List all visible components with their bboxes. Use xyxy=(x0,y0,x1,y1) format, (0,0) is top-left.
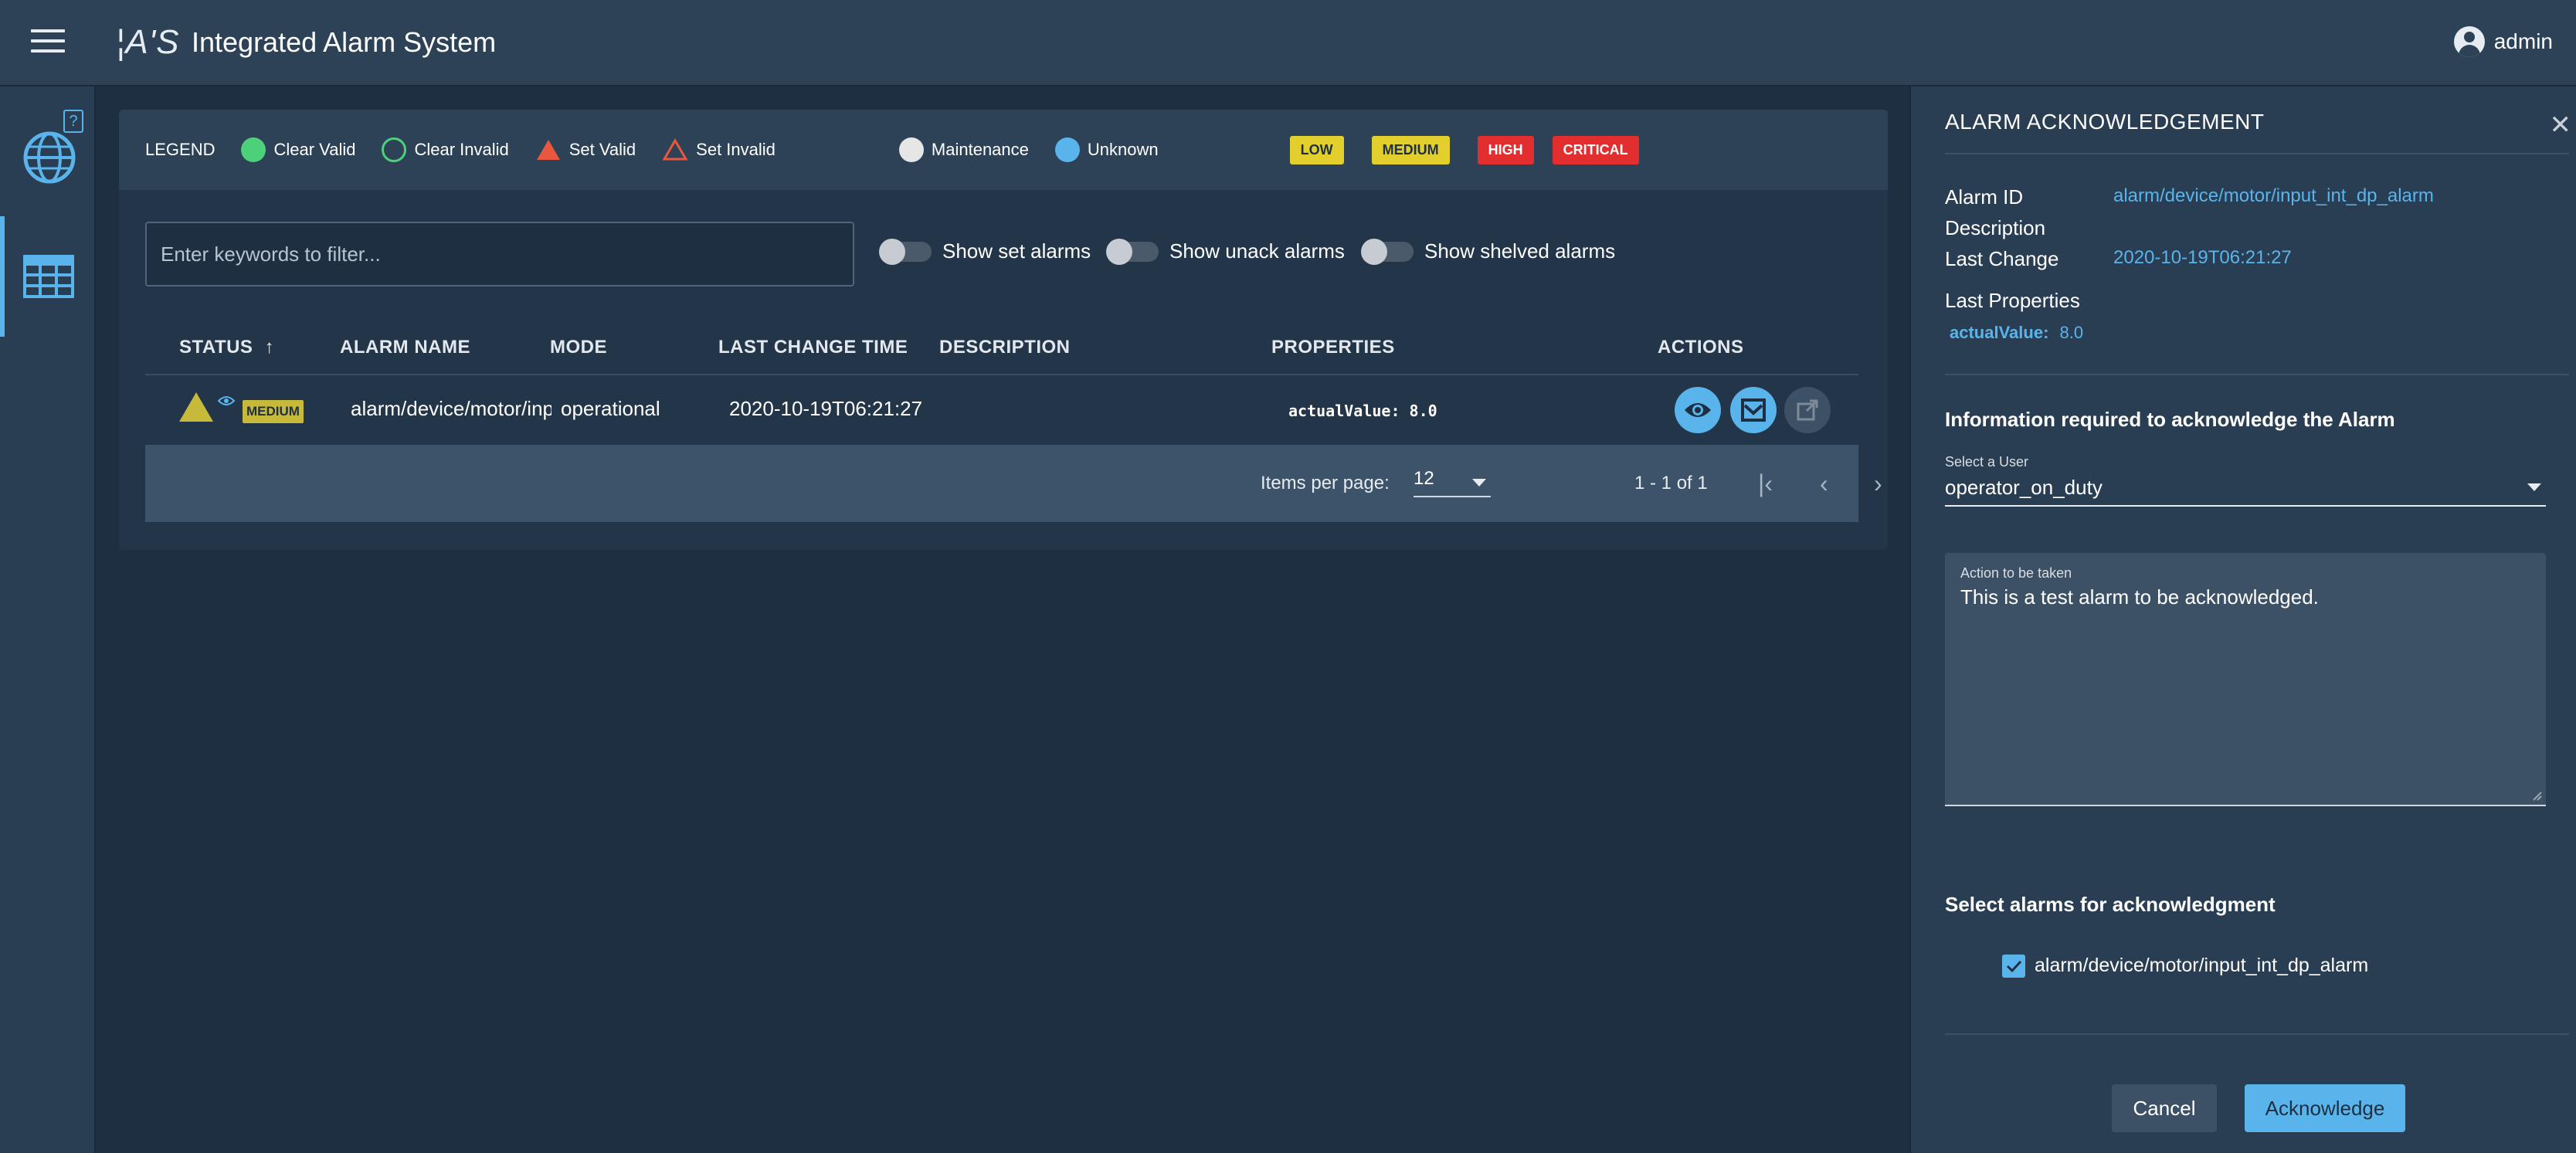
divider xyxy=(1945,1033,2569,1035)
table-icon xyxy=(23,255,74,298)
legend-clear-invalid: Clear Invalid xyxy=(382,137,509,162)
alarms-table-card: LEGEND Clear Valid Clear Invalid Set Val… xyxy=(119,110,1935,550)
alarm-status-icon xyxy=(179,392,213,422)
ack-icon xyxy=(1741,398,1766,422)
toggle-show-unack-alarms[interactable]: Show unack alarms xyxy=(1106,238,1345,265)
toggle-show-set-alarms[interactable]: Show set alarms xyxy=(879,238,1091,265)
account-icon xyxy=(2453,26,2485,57)
next-page-icon[interactable]: › xyxy=(1874,470,1882,498)
cancel-button[interactable]: Cancel xyxy=(2112,1084,2217,1132)
action-label: Action to be taken xyxy=(1960,565,2072,581)
legend-unknown: Unknown xyxy=(1054,137,1159,162)
clear-valid-icon xyxy=(241,137,266,162)
external-link-icon xyxy=(1797,399,1818,421)
username: admin xyxy=(2493,29,2553,53)
severity-critical-badge: CRITICAL xyxy=(1552,135,1639,164)
select-user-label: Select a User xyxy=(1945,454,2029,470)
last-properties-label: Last Properties xyxy=(1945,289,2080,312)
last-change-value: 2020-10-19T06:21:27 xyxy=(2113,247,2292,268)
last-change-cell: 2020-10-19T06:21:27 xyxy=(729,397,923,420)
column-description[interactable]: DESCRIPTION xyxy=(939,337,1071,358)
paginator: Items per page: 12 1 - 1 of 1 |‹ ‹ › ›| xyxy=(145,445,1935,522)
property-key: actualValue: xyxy=(1950,323,2049,342)
legend-clear-valid: Clear Valid xyxy=(241,137,355,162)
shelve-action-button[interactable] xyxy=(1784,387,1831,433)
alarm-id-value: alarm/device/motor/input_int_dp_alarm xyxy=(2113,185,2434,206)
eye-icon xyxy=(1685,403,1711,417)
severity-high-badge: HIGH xyxy=(1477,135,1534,164)
legend-set-invalid: Set Invalid xyxy=(662,138,776,161)
acknowledge-button[interactable]: Acknowledge xyxy=(2245,1084,2405,1132)
filter-input[interactable]: Enter keywords to filter... xyxy=(145,222,854,287)
clear-invalid-icon xyxy=(382,137,407,162)
column-mode[interactable]: MODE xyxy=(550,337,607,358)
menu-icon[interactable] xyxy=(31,29,65,57)
toggle-switch[interactable] xyxy=(1361,238,1414,265)
action-value: This is a test alarm to be acknowledged. xyxy=(1960,585,2319,609)
mode-cell: operational xyxy=(561,397,660,420)
last-change-label: Last Change xyxy=(1945,247,2059,270)
first-page-icon[interactable]: |‹ xyxy=(1758,470,1773,498)
app-title: Integrated Alarm System xyxy=(192,26,497,58)
severity-medium-badge: MEDIUM xyxy=(1371,135,1450,164)
column-alarm-name[interactable]: ALARM NAME xyxy=(340,337,470,358)
chevron-down-icon xyxy=(2527,483,2541,491)
legend-bar: LEGEND Clear Valid Clear Invalid Set Val… xyxy=(119,110,1888,190)
divider xyxy=(1945,153,2569,154)
select-alarms-heading: Select alarms for acknowledgment xyxy=(1945,893,2276,916)
chevron-down-icon xyxy=(1472,479,1486,487)
user-menu[interactable]: admin xyxy=(2453,26,2553,57)
toggle-switch[interactable] xyxy=(1106,238,1159,265)
items-per-page-select[interactable]: 12 xyxy=(1414,468,1491,497)
toggle-switch[interactable] xyxy=(879,238,932,265)
column-properties: PROPERTIES xyxy=(1271,337,1395,358)
alarm-id-label: Alarm ID xyxy=(1945,185,2024,209)
sidebar-item-table[interactable] xyxy=(0,216,96,337)
top-app-bar: ¦A'S Integrated Alarm System admin xyxy=(0,0,2576,86)
column-actions: ACTIONS xyxy=(1658,337,1744,358)
description-label: Description xyxy=(1945,216,2046,239)
eye-icon xyxy=(218,396,235,405)
legend-maintenance: Maintenance xyxy=(898,137,1029,162)
set-valid-icon xyxy=(536,140,560,160)
acknowledge-action-button[interactable] xyxy=(1730,387,1777,433)
panel-title: ALARM ACKNOWLEDGEMENT xyxy=(1945,110,2265,134)
divider xyxy=(1945,374,2569,375)
alarm-name-cell: alarm/device/motor/inp xyxy=(351,397,552,420)
app-logo: ¦A'S xyxy=(116,23,180,61)
close-icon[interactable]: ✕ xyxy=(2550,110,2572,141)
alarm-checkbox[interactable] xyxy=(2002,955,2025,978)
severity-low-badge: LOW xyxy=(1289,135,1344,164)
header-divider xyxy=(145,374,1858,375)
properties-cell: actualValue: 8.0 xyxy=(1288,402,1437,420)
user-select[interactable]: operator_on_duty xyxy=(1945,476,2546,507)
unknown-icon xyxy=(1054,137,1080,162)
legend-label: LEGEND xyxy=(145,140,216,159)
alarm-checkbox-label: alarm/device/motor/input_int_dp_alarm xyxy=(2035,955,2369,976)
page-range: 1 - 1 of 1 xyxy=(1634,473,1708,493)
resize-handle-icon[interactable] xyxy=(2530,789,2543,802)
property-entry: actualValue: 8.0 xyxy=(1950,323,2083,343)
info-heading: Information required to acknowledge the … xyxy=(1945,408,2395,431)
column-status[interactable]: STATUS ↑ xyxy=(179,337,274,358)
maintenance-icon xyxy=(898,137,924,162)
sort-arrow-icon: ↑ xyxy=(264,337,275,358)
acknowledgement-panel: ALARM ACKNOWLEDGEMENT ✕ Alarm ID alarm/d… xyxy=(1909,86,2576,1153)
sidebar: ? xyxy=(0,86,96,1153)
set-invalid-icon xyxy=(662,138,688,161)
property-value: 8.0 xyxy=(2059,323,2084,342)
column-last-change-time[interactable]: LAST CHANGE TIME xyxy=(718,337,908,358)
toggle-show-shelved-alarms[interactable]: Show shelved alarms xyxy=(1361,238,1615,265)
prev-page-icon[interactable]: ‹ xyxy=(1820,470,1828,498)
globe-icon[interactable] xyxy=(22,130,77,185)
wiki-button[interactable] xyxy=(1675,387,1721,433)
priority-badge: MEDIUM xyxy=(243,400,304,423)
check-icon xyxy=(2006,960,2022,973)
action-textarea[interactable]: Action to be taken This is a test alarm … xyxy=(1945,553,2546,806)
legend-set-valid: Set Valid xyxy=(535,138,636,161)
items-per-page-label: Items per page: xyxy=(1261,473,1390,493)
